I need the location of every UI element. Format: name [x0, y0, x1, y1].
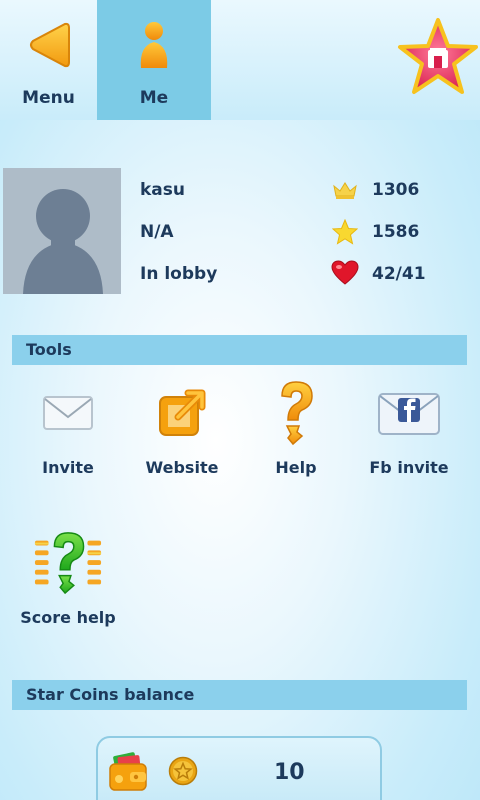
- score-help-tool-button[interactable]: Score help: [13, 528, 123, 627]
- tools-section-header: Tools: [12, 335, 467, 365]
- avatar: [3, 168, 121, 294]
- lives-count: 42/41: [372, 264, 426, 284]
- website-label: Website: [145, 458, 219, 477]
- back-arrow-icon: [19, 18, 79, 72]
- heart-icon: [331, 259, 359, 287]
- star-coins-amount: 10: [274, 760, 305, 785]
- star-score: 1586: [372, 222, 420, 242]
- fb-invite-tool-button[interactable]: Fb invite: [354, 378, 464, 477]
- crown-score: 1306: [372, 180, 420, 200]
- person-icon: [124, 18, 184, 72]
- nav-me-tab[interactable]: Me: [97, 0, 211, 120]
- status-line: N/A: [140, 222, 174, 242]
- location-status: In lobby: [140, 264, 218, 284]
- invite-tool-button[interactable]: Invite: [13, 378, 123, 477]
- external-link-icon: [147, 378, 217, 448]
- help-label: Help: [275, 458, 317, 477]
- star-shop-button[interactable]: [396, 8, 480, 108]
- star-rating-icon: [331, 218, 359, 246]
- invite-label: Invite: [42, 458, 94, 477]
- score-help-icon: [33, 528, 103, 598]
- star-icon: [398, 18, 478, 94]
- crown-icon: [331, 176, 359, 204]
- star-coins-section-header: Star Coins balance: [12, 680, 467, 710]
- fb-invite-label: Fb invite: [369, 458, 449, 477]
- nav-me-label: Me: [139, 88, 169, 108]
- wallet-icon: [108, 752, 148, 798]
- envelope-icon: [33, 378, 103, 448]
- star-coins-balance-panel: 10: [96, 736, 382, 800]
- avatar-silhouette-icon: [23, 189, 103, 294]
- nav-menu-button[interactable]: Menu: [0, 0, 97, 120]
- help-tool-button[interactable]: Help: [241, 378, 351, 477]
- facebook-envelope-icon: [374, 378, 444, 448]
- score-help-label: Score help: [20, 608, 116, 627]
- question-mark-icon: [261, 378, 331, 448]
- star-coin-icon: [168, 756, 198, 790]
- nav-menu-label: Menu: [22, 88, 75, 108]
- website-tool-button[interactable]: Website: [127, 378, 237, 477]
- username: kasu: [140, 180, 185, 200]
